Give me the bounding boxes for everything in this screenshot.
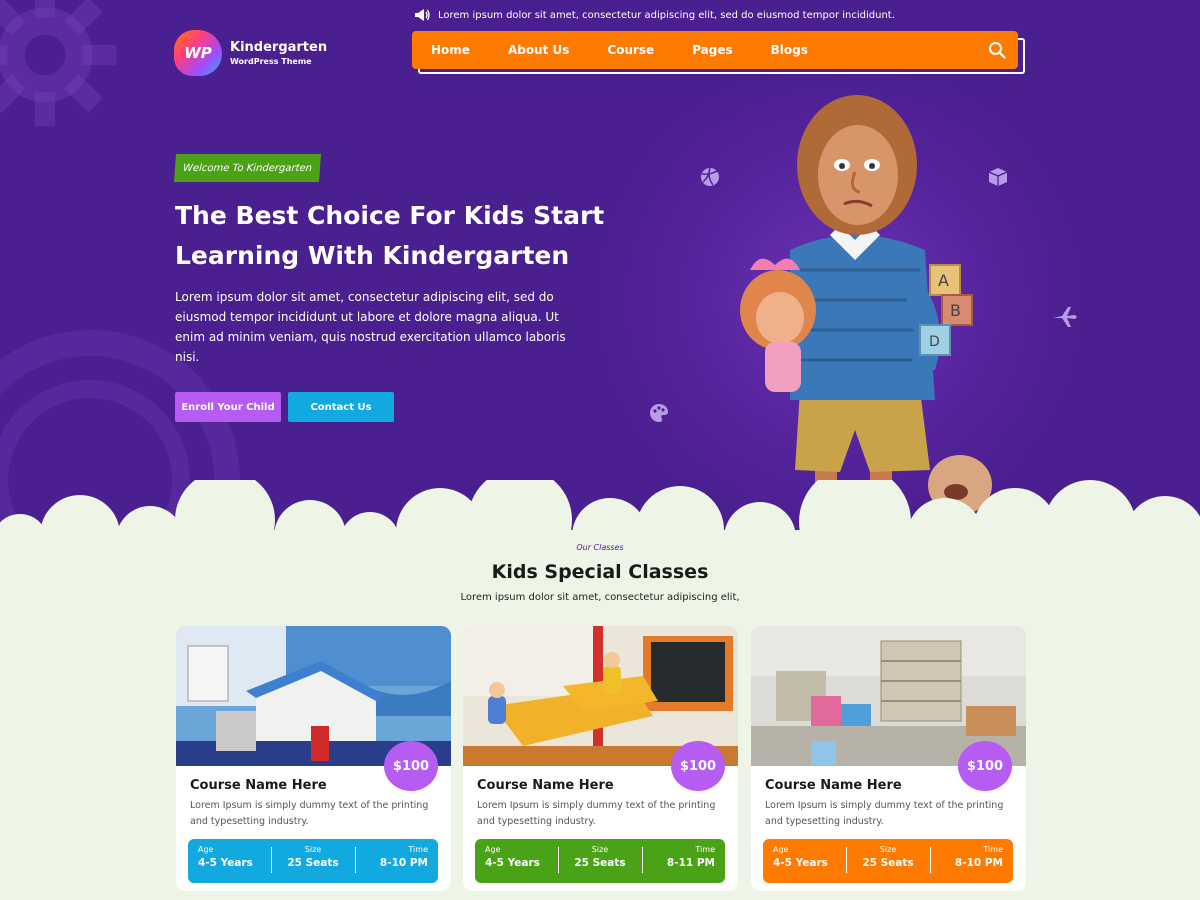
airplane-icon xyxy=(1053,307,1077,327)
card-info-bar: Age 4-5 Years Size 25 Seats Time 8-11 PM xyxy=(475,839,725,883)
teacher-figurine-image: A B D xyxy=(740,95,992,515)
price-badge: $100 xyxy=(958,741,1012,791)
time-label: Time xyxy=(983,845,1003,854)
card-description: Lorem Ipsum is simply dummy text of the … xyxy=(765,800,1004,827)
announcement-text: Lorem ipsum dolor sit amet, consectetur … xyxy=(438,9,895,21)
card-title: Course Name Here xyxy=(190,778,327,793)
search-icon[interactable] xyxy=(988,41,1006,59)
site-logo[interactable]: WP Kindergarten WordPress Theme xyxy=(174,30,327,76)
hero-section: Lorem ipsum dolor sit amet, consectetur … xyxy=(0,0,1200,530)
time-value: 8-10 PM xyxy=(379,857,428,869)
logo-badge: WP xyxy=(174,30,222,76)
section-kicker: Our Classes xyxy=(576,543,624,552)
time-value: 8-11 PM xyxy=(666,857,715,869)
volleyball-icon xyxy=(701,167,719,186)
nav-course[interactable]: Course xyxy=(607,43,654,57)
gear-decor-icon xyxy=(0,0,117,127)
age-value: 4-5 Years xyxy=(773,857,828,869)
size-label: Size xyxy=(879,845,897,854)
welcome-badge: Welcome To Kindergarten xyxy=(174,154,321,182)
age-label: Age xyxy=(485,845,501,854)
age-value: 4-5 Years xyxy=(485,857,540,869)
card-title: Course Name Here xyxy=(477,778,614,793)
cloud-divider xyxy=(0,480,1200,530)
card-title: Course Name Here xyxy=(765,778,902,793)
nav-pages[interactable]: Pages xyxy=(692,43,732,57)
time-value: 8-10 PM xyxy=(954,857,1003,869)
enroll-button[interactable]: Enroll Your Child xyxy=(175,392,281,422)
age-label: Age xyxy=(773,845,789,854)
svg-text:A: A xyxy=(938,271,949,290)
price-badge: $100 xyxy=(671,741,725,791)
svg-text:D: D xyxy=(929,334,940,350)
hero-title: The Best Choice For Kids Start Learning … xyxy=(175,201,605,270)
time-label: Time xyxy=(408,845,428,854)
size-value: 25 Seats xyxy=(287,857,339,869)
time-label: Time xyxy=(695,845,715,854)
announcement-bar: Lorem ipsum dolor sit amet, consectetur … xyxy=(414,8,895,22)
card-info-bar: Age 4-5 Years Size 25 Seats Time 8-10 PM xyxy=(763,839,1013,883)
nav-about-us[interactable]: About Us xyxy=(508,43,569,57)
logo-subtitle: WordPress Theme xyxy=(230,57,312,66)
size-value: 25 Seats xyxy=(574,857,626,869)
price-badge: $100 xyxy=(384,741,438,791)
section-subtitle: Lorem ipsum dolor sit amet, consectetur … xyxy=(460,592,740,603)
card-description: Lorem Ipsum is simply dummy text of the … xyxy=(190,800,429,827)
contact-button[interactable]: Contact Us xyxy=(288,392,394,422)
size-value: 25 Seats xyxy=(862,857,914,869)
main-nav: Home About Us Course Pages Blogs xyxy=(412,31,1018,69)
age-label: Age xyxy=(198,845,214,854)
size-label: Size xyxy=(304,845,322,854)
card-description: Lorem Ipsum is simply dummy text of the … xyxy=(477,800,716,827)
size-label: Size xyxy=(591,845,609,854)
nav-home[interactable]: Home xyxy=(431,43,470,57)
card-info-bar: Age 4-5 Years Size 25 Seats Time 8-10 PM xyxy=(188,839,438,883)
hero-text: Lorem ipsum dolor sit amet, consectetur … xyxy=(175,290,566,364)
megaphone-icon xyxy=(415,9,430,21)
svg-text:B: B xyxy=(950,301,961,320)
nav-blogs[interactable]: Blogs xyxy=(771,43,808,57)
age-value: 4-5 Years xyxy=(198,857,253,869)
section-title: Kids Special Classes xyxy=(491,561,709,583)
palette-icon xyxy=(650,404,668,422)
logo-title: Kindergarten xyxy=(230,40,328,55)
